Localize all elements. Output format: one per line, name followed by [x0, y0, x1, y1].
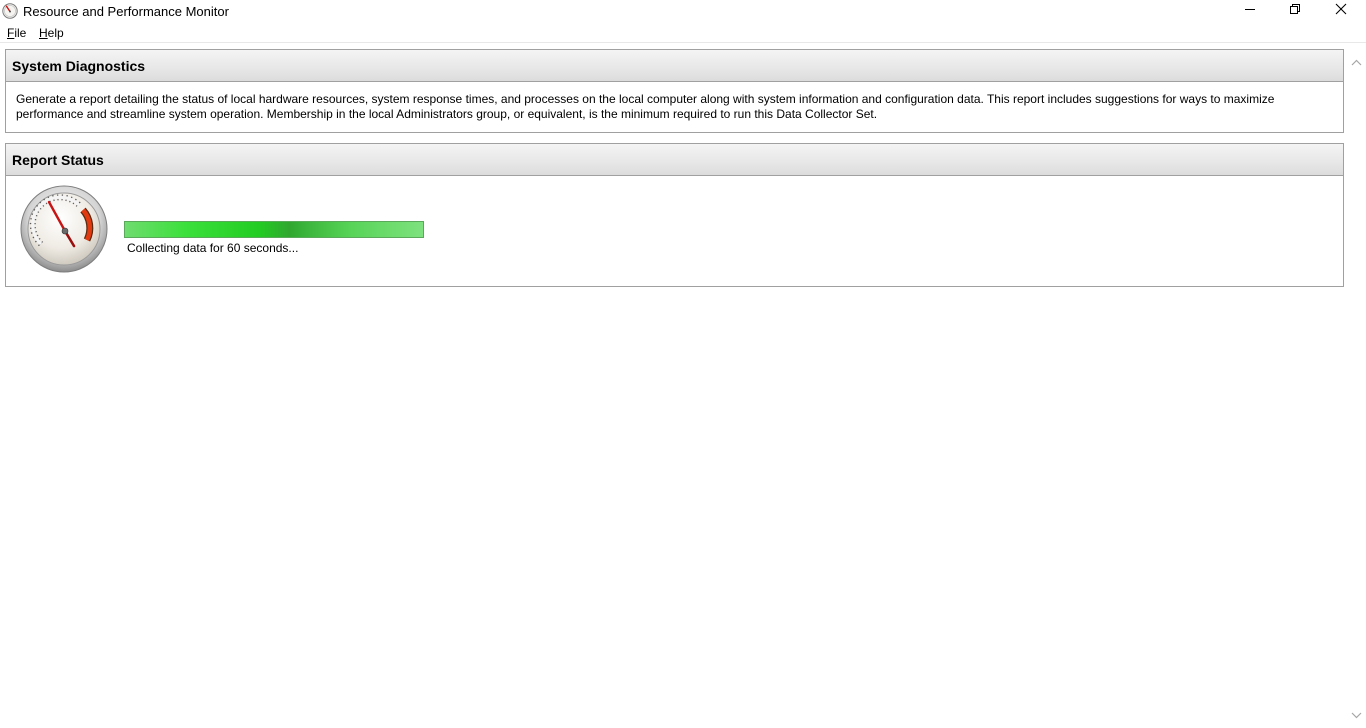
restore-button[interactable] [1272, 0, 1318, 22]
minimize-button[interactable] [1227, 0, 1273, 22]
restore-icon [1289, 2, 1301, 20]
menu-help[interactable]: Help [39, 26, 64, 40]
vertical-scrollbar[interactable] [1348, 55, 1365, 722]
menu-help-label: elp [47, 26, 64, 40]
close-button[interactable] [1318, 0, 1364, 22]
status-text: Collecting data for 60 seconds... [127, 241, 299, 255]
gauge-icon [19, 184, 109, 274]
system-diagnostics-title: System Diagnostics [12, 58, 146, 74]
close-icon [1335, 2, 1347, 20]
menu-file[interactable]: File [7, 26, 26, 40]
performance-monitor-icon [2, 3, 18, 19]
scroll-up-button[interactable] [1348, 55, 1365, 69]
chevron-up-icon [1351, 53, 1362, 71]
menu-help-accelerator: H [39, 26, 48, 40]
system-diagnostics-panel: System Diagnostics Generate a report det… [5, 49, 1344, 133]
report-status-title: Report Status [12, 152, 104, 168]
report-status-panel: Report Status Collecting data for 60 sec… [5, 143, 1344, 287]
scroll-down-button[interactable] [1348, 708, 1365, 722]
chevron-down-icon [1351, 706, 1362, 724]
menu-file-label: ile [14, 26, 27, 40]
system-diagnostics-description: Generate a report detailing the status o… [16, 92, 1275, 121]
system-diagnostics-header[interactable]: System Diagnostics [6, 50, 1343, 82]
resource-performance-monitor-window: Resource and Performance Monitor File He… [0, 0, 1366, 728]
window-title: Resource and Performance Monitor [23, 4, 229, 19]
minimize-icon [1244, 2, 1256, 20]
menu-bar: File Help [0, 23, 1366, 43]
progress-bar [124, 221, 424, 238]
progress-bar-fill [125, 222, 423, 237]
title-bar[interactable]: Resource and Performance Monitor [0, 0, 1366, 22]
report-status-header[interactable]: Report Status [6, 144, 1343, 176]
